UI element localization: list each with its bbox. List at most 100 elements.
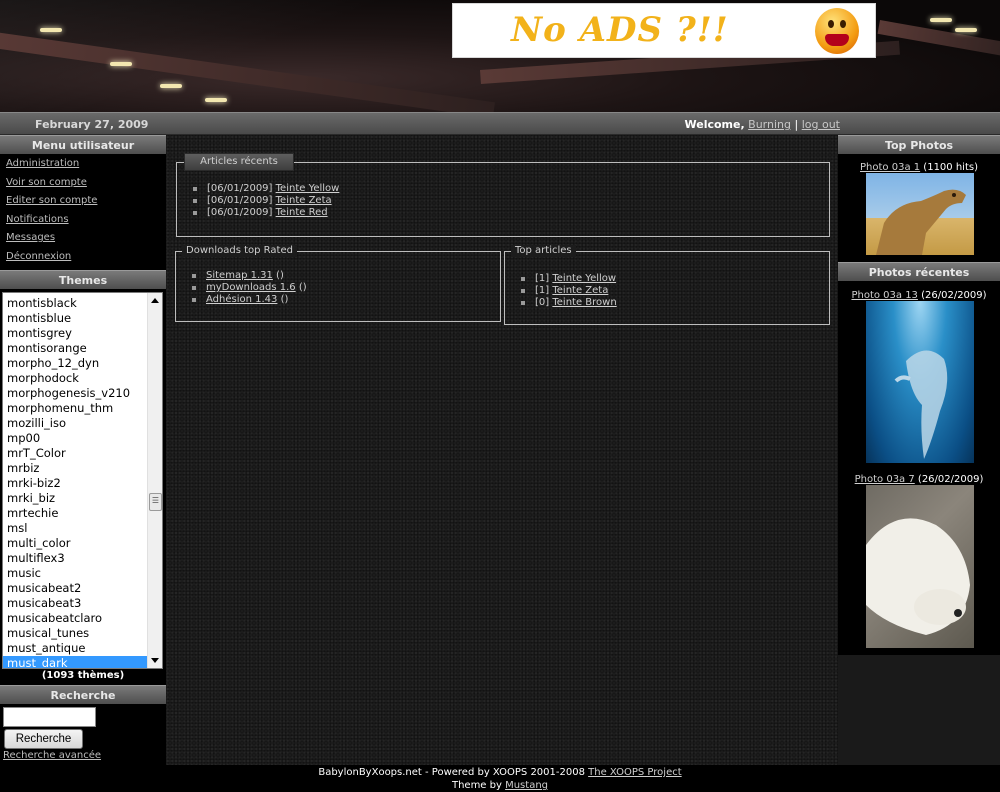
scroll-up-icon[interactable] bbox=[151, 298, 159, 303]
article-link[interactable]: Teinte Brown bbox=[552, 297, 616, 308]
advanced-search-link[interactable]: Recherche avancée bbox=[3, 750, 101, 761]
theme-option[interactable]: mrT_Color bbox=[3, 446, 147, 461]
article-link[interactable]: Teinte Yellow bbox=[552, 273, 616, 284]
search-block: Recherche Recherche Recherche avancée bbox=[0, 685, 166, 761]
theme-option[interactable]: musicabeat2 bbox=[3, 581, 147, 596]
welcome-label: Welcome, bbox=[684, 118, 745, 131]
polar-bear-image bbox=[866, 518, 970, 635]
menu-item-administration: Administration bbox=[6, 158, 166, 177]
user-menu-title: Menu utilisateur bbox=[0, 135, 166, 154]
ad-text: No ADS ?!! bbox=[511, 10, 729, 50]
header-banner: No ADS ?!! bbox=[0, 0, 1000, 112]
welcome-message: Welcome, Burning | log out bbox=[685, 118, 841, 131]
menu-item-messages: Messages bbox=[6, 232, 166, 251]
scrollbar-thumb[interactable]: ☰ bbox=[149, 493, 162, 511]
theme-option[interactable]: mrtechie bbox=[3, 506, 147, 521]
header-beam bbox=[0, 30, 495, 112]
search-title: Recherche bbox=[0, 685, 166, 704]
header-light bbox=[205, 98, 227, 102]
search-input[interactable] bbox=[3, 707, 96, 727]
article-link[interactable]: Teinte Yellow bbox=[276, 183, 340, 194]
header-light bbox=[40, 28, 62, 32]
logout-link[interactable]: log out bbox=[802, 118, 840, 131]
username-link[interactable]: Burning bbox=[748, 118, 791, 131]
themes-listbox[interactable]: montisblack montisblue montisgrey montisora… bbox=[2, 292, 163, 669]
theme-option[interactable]: mrki_biz bbox=[3, 491, 147, 506]
current-date: February 27, 2009 bbox=[35, 118, 149, 131]
articles-recent-block: Articles récents [06/01/2009] Teinte Yel… bbox=[176, 153, 830, 237]
theme-option[interactable]: multi_color bbox=[3, 536, 147, 551]
theme-option[interactable]: musicabeatclaro bbox=[3, 611, 147, 626]
menu-link-administration[interactable]: Administration bbox=[6, 158, 79, 169]
download-link[interactable]: Sitemap 1.31 bbox=[206, 270, 273, 281]
themes-list: montisblack montisblue montisgrey montisora… bbox=[3, 293, 162, 668]
article-link[interactable]: Teinte Red bbox=[276, 207, 328, 218]
theme-option[interactable]: morphodock bbox=[3, 371, 147, 386]
menu-link-messages[interactable]: Messages bbox=[6, 232, 55, 243]
theme-option[interactable]: must_antique bbox=[3, 641, 147, 656]
theme-option[interactable]: montisgrey bbox=[3, 326, 147, 341]
theme-option[interactable]: mozilli_iso bbox=[3, 416, 147, 431]
themes-scrollbar[interactable]: ☰ bbox=[147, 293, 162, 668]
dolphin-photo[interactable] bbox=[866, 301, 974, 463]
theme-option[interactable]: mrbiz bbox=[3, 461, 147, 476]
downloads-top-list: Sitemap 1.31 () myDownloads 1.6 () Adhés… bbox=[192, 270, 307, 306]
theme-option[interactable]: multiflex3 bbox=[3, 551, 147, 566]
download-link[interactable]: Adhésion 1.43 bbox=[206, 294, 277, 305]
theme-author-link[interactable]: Mustang bbox=[505, 780, 548, 791]
theme-option[interactable]: musical_tunes bbox=[3, 626, 147, 641]
menu-link-logout[interactable]: Déconnexion bbox=[6, 251, 71, 262]
article-link[interactable]: Teinte Zeta bbox=[552, 285, 608, 296]
download-suffix: () bbox=[295, 282, 307, 293]
scroll-down-icon[interactable] bbox=[151, 658, 159, 663]
photo-link[interactable]: Photo 03a 1 bbox=[860, 162, 920, 173]
theme-option[interactable]: must_dark bbox=[3, 656, 147, 668]
list-item: myDownloads 1.6 () bbox=[192, 282, 307, 294]
photo-info: (26/02/2009) bbox=[917, 290, 987, 301]
xoops-project-link[interactable]: The XOOPS Project bbox=[588, 767, 682, 778]
top-articles-title: Top articles bbox=[511, 245, 576, 257]
list-item: [1] Teinte Zeta bbox=[521, 285, 617, 297]
footer: BabylonByXoops.net - Powered by XOOPS 20… bbox=[0, 765, 1000, 792]
theme-option[interactable]: morphomenu_thm bbox=[3, 401, 147, 416]
dolphin-image bbox=[894, 350, 948, 459]
menu-item-logout: Déconnexion bbox=[6, 251, 166, 270]
ad-banner[interactable]: No ADS ?!! bbox=[452, 3, 876, 58]
theme-option[interactable]: musicabeat3 bbox=[3, 596, 147, 611]
download-link[interactable]: myDownloads 1.6 bbox=[206, 282, 296, 293]
polar-bear-photo[interactable] bbox=[866, 485, 974, 648]
theme-option[interactable]: mrki-biz2 bbox=[3, 476, 147, 491]
article-rank: [0] bbox=[535, 297, 550, 308]
photo-link[interactable]: Photo 03a 13 bbox=[851, 290, 917, 301]
menu-link-notifications[interactable]: Notifications bbox=[6, 214, 69, 225]
search-button[interactable]: Recherche bbox=[4, 729, 83, 749]
theme-option[interactable]: montisblack bbox=[3, 296, 147, 311]
theme-option[interactable]: music bbox=[3, 566, 147, 581]
photo-info: (1100 hits) bbox=[920, 162, 978, 173]
camel-photo[interactable] bbox=[866, 173, 974, 255]
photo-link[interactable]: Photo 03a 7 bbox=[855, 474, 915, 485]
theme-option[interactable]: montisblue bbox=[3, 311, 147, 326]
user-menu: Administration Voir son compte Editer so… bbox=[0, 154, 166, 271]
header-light bbox=[930, 18, 952, 22]
article-link[interactable]: Teinte Zeta bbox=[276, 195, 332, 206]
list-item: [0] Teinte Brown bbox=[521, 297, 617, 309]
themes-count: (1093 thèmes) bbox=[41, 670, 125, 681]
theme-option[interactable]: morpho_12_dyn bbox=[3, 356, 147, 371]
theme-option[interactable]: montisorange bbox=[3, 341, 147, 356]
downloads-top-title: Downloads top Rated bbox=[182, 245, 297, 257]
smiley-eye bbox=[828, 20, 834, 28]
theme-option[interactable]: mp00 bbox=[3, 431, 147, 446]
download-suffix: () bbox=[277, 294, 289, 305]
theme-option[interactable]: morphogenesis_v210 bbox=[3, 386, 147, 401]
theme-option[interactable]: msl bbox=[3, 521, 147, 536]
photo-caption: Photo 03a 1 (1100 hits) bbox=[838, 162, 1000, 173]
right-sidebar: Top Photos Photo 03a 1 (1100 hits) Photo… bbox=[838, 135, 1000, 655]
separator: | bbox=[794, 118, 799, 131]
article-date: [06/01/2009] bbox=[207, 183, 273, 194]
menu-link-edit-account[interactable]: Editer son compte bbox=[6, 195, 97, 206]
top-articles-list: [1] Teinte Yellow [1] Teinte Zeta [0] Te… bbox=[521, 273, 617, 309]
main-content: Articles récents [06/01/2009] Teinte Yel… bbox=[166, 135, 838, 765]
menu-link-view-account[interactable]: Voir son compte bbox=[6, 177, 87, 188]
downloads-top-block: Downloads top Rated Sitemap 1.31 () myDo… bbox=[175, 245, 501, 322]
